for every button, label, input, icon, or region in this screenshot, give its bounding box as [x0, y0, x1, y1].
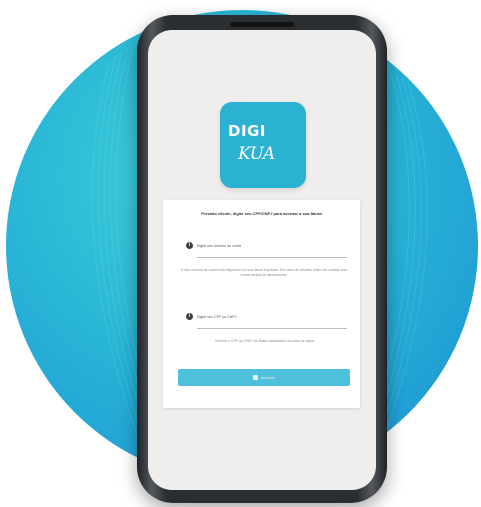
lock-icon: [252, 375, 258, 380]
submit-button[interactable]: Acessar: [178, 369, 350, 386]
phone-notch: [230, 22, 294, 27]
submit-button-label: Acessar: [260, 375, 276, 380]
cpf-cnpj-label: Digite seu CPF ou CNPJ: [197, 315, 237, 319]
account-number-hint: O seu número de conta está disponível na…: [180, 268, 348, 277]
scene: DIGI KUA Prezado cliente, digite seu CPF…: [0, 0, 481, 507]
logo-text-bottom: KUA: [238, 144, 275, 164]
cpf-cnpj-hint: Informe o CPF ou CNPJ do titular cadastr…: [215, 339, 315, 343]
account-number-input[interactable]: [197, 257, 347, 258]
account-number-label: Digite seu número de conta: [197, 244, 241, 248]
logo-text-top: DIGI: [228, 122, 266, 140]
info-icon: i: [186, 313, 193, 320]
intro-text: Prezado cliente, digite seu CPF/CNPJ par…: [201, 211, 323, 216]
info-icon: i: [186, 242, 193, 249]
cpf-cnpj-input[interactable]: [197, 328, 347, 329]
